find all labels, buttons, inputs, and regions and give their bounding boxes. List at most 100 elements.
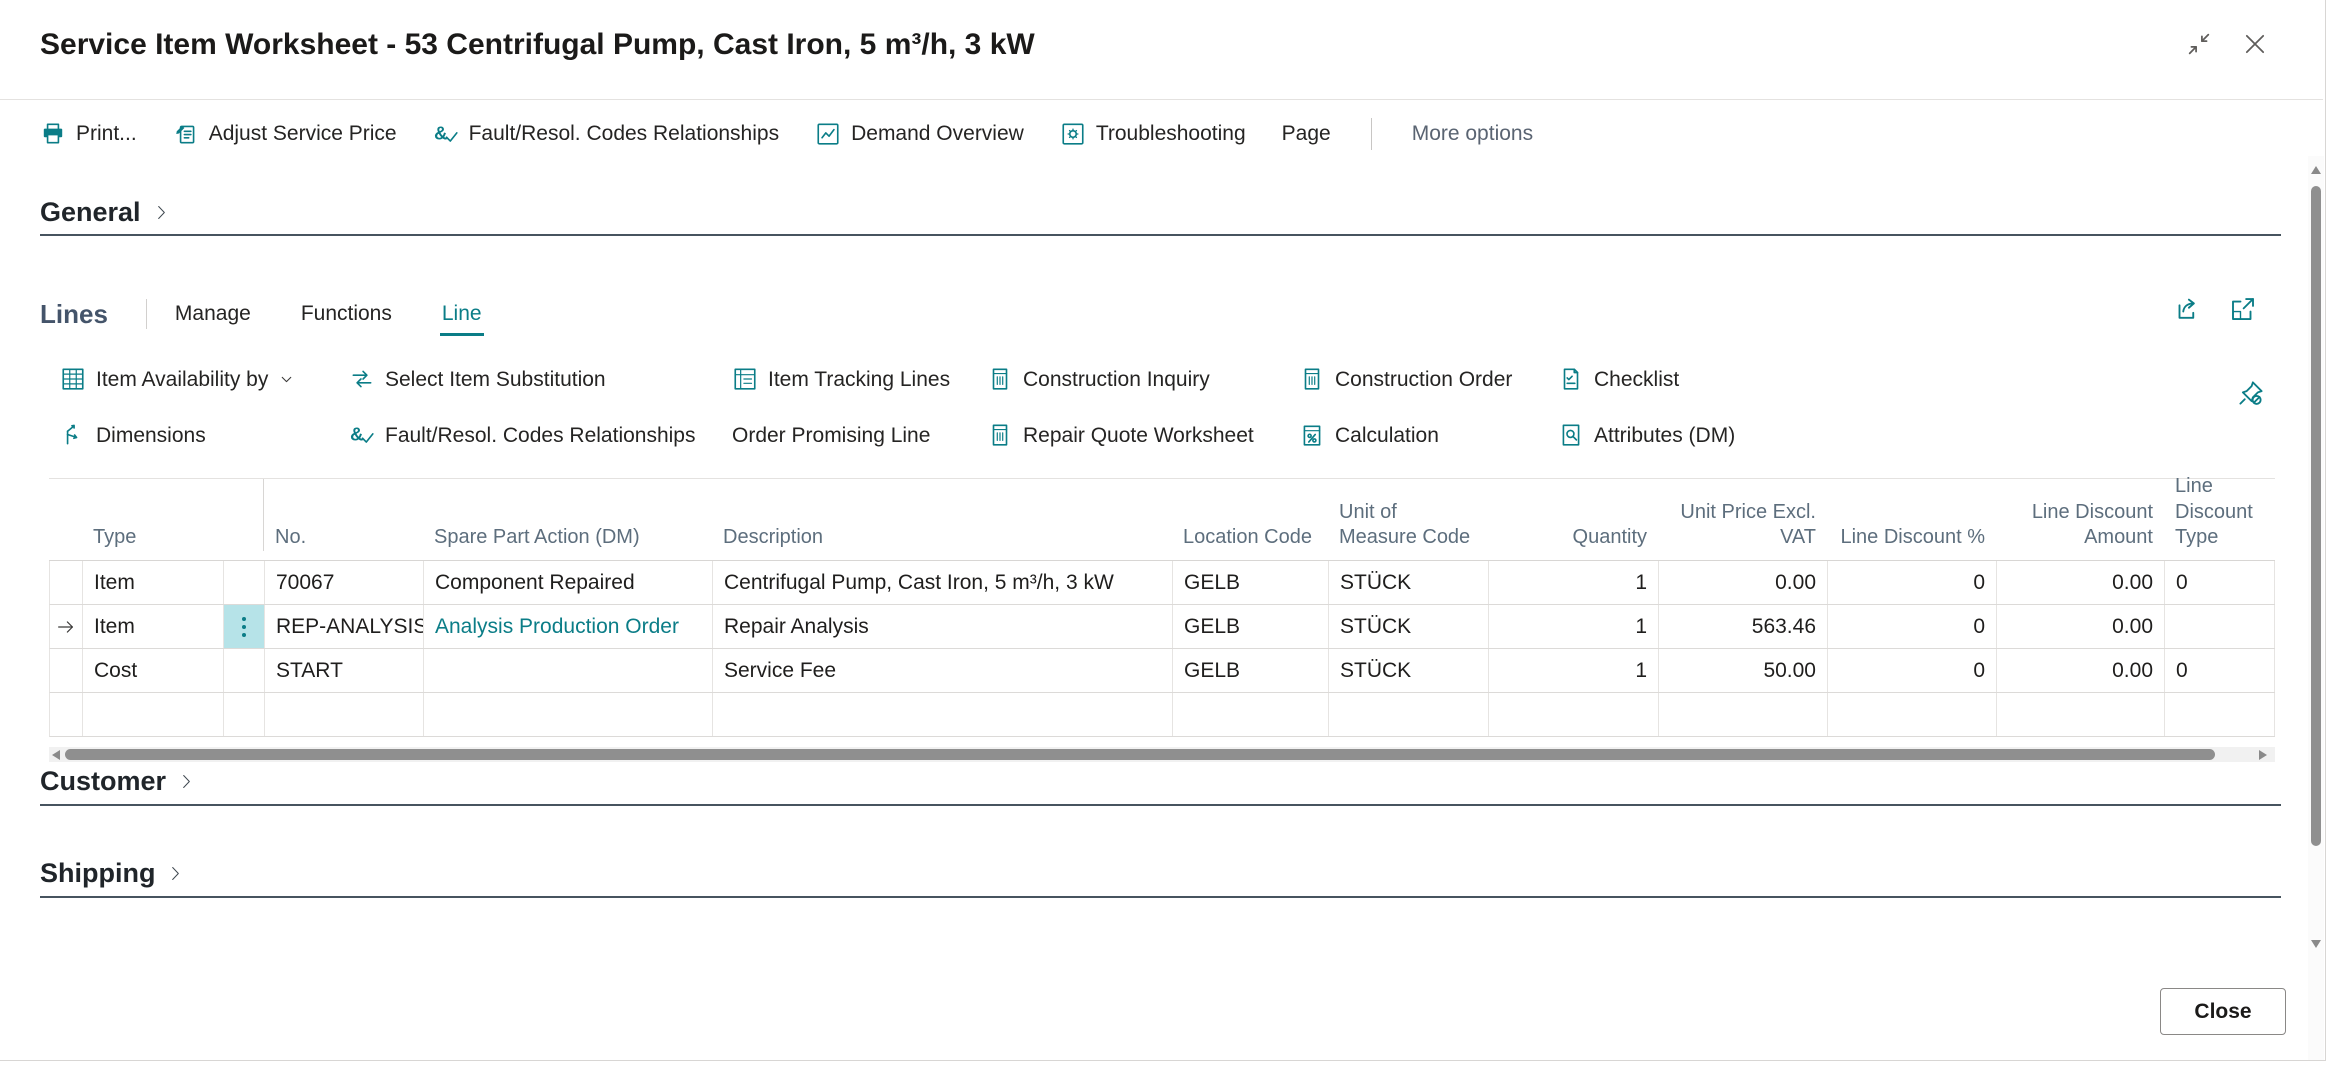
open-in-new-window-icon[interactable]: [2228, 294, 2258, 324]
select-item-substitution-button[interactable]: Select Item Substitution: [349, 366, 732, 392]
cell-type[interactable]: Item: [83, 605, 224, 648]
cell-line_discount_pct[interactable]: 0: [1828, 649, 1997, 692]
checklist-button[interactable]: Checklist: [1558, 366, 2195, 392]
construction-order-button[interactable]: Construction Order: [1299, 366, 1558, 392]
cell-line_discount_amount[interactable]: 0.00: [1997, 605, 2165, 648]
cell-description[interactable]: [713, 693, 1173, 736]
cell-line_discount_pct[interactable]: 0: [1828, 605, 1997, 648]
column-header-line-discount-type[interactable]: Line Discount Type: [2164, 474, 2274, 551]
fault-resol-codes-relationships-button[interactable]: &Fault/Resol. Codes Relationships: [349, 422, 732, 448]
cell-unit_price[interactable]: 50.00: [1659, 649, 1828, 692]
page-button[interactable]: Page: [1282, 123, 1331, 144]
row-more-options-button[interactable]: [224, 605, 265, 648]
repair-quote-worksheet-button[interactable]: Repair Quote Worksheet: [987, 422, 1299, 448]
cell-uom_code[interactable]: [1329, 693, 1489, 736]
cell-menu[interactable]: [224, 561, 265, 604]
cell-unit_price[interactable]: [1659, 693, 1828, 736]
column-header-spare-part-action-dm[interactable]: Spare Part Action (DM): [423, 525, 712, 551]
cell-no[interactable]: [265, 693, 424, 736]
cell-line_discount_type[interactable]: 0: [2165, 561, 2275, 604]
attributes-dm-button[interactable]: Attributes (DM): [1558, 422, 2195, 448]
restore-window-icon[interactable]: [2185, 30, 2213, 58]
vertical-scrollbar[interactable]: [2308, 156, 2324, 1060]
cell-uom_code[interactable]: STÜCK: [1329, 605, 1489, 648]
item-tracking-lines-button[interactable]: Item Tracking Lines: [732, 366, 987, 392]
cell-line_discount_amount[interactable]: 0.00: [1997, 561, 2165, 604]
cell-line_discount_pct[interactable]: 0: [1828, 561, 1997, 604]
cell-quantity[interactable]: 1: [1489, 561, 1659, 604]
column-header-no[interactable]: No.: [264, 525, 423, 551]
cell-spare_part_action[interactable]: [424, 649, 713, 692]
column-header-type[interactable]: Type: [82, 525, 223, 551]
column-header-line-discount-amount[interactable]: Line Discount Amount: [1996, 500, 2164, 551]
cell-line_discount_type[interactable]: [2165, 605, 2275, 648]
column-header-unit-of-measure-code[interactable]: Unit of Measure Code: [1328, 500, 1488, 551]
cell-no[interactable]: START: [265, 649, 424, 692]
cell-menu[interactable]: [224, 693, 265, 736]
tab-functions[interactable]: Functions: [299, 292, 394, 336]
cell-line_discount_amount[interactable]: 0.00: [1997, 649, 2165, 692]
cell-line_discount_type[interactable]: [2165, 693, 2275, 736]
cell-description[interactable]: Service Fee: [713, 649, 1173, 692]
close-icon[interactable]: [2241, 30, 2269, 58]
column-header-description[interactable]: Description: [712, 525, 1172, 551]
fault-resol-codes-relationships-button[interactable]: &Fault/Resol. Codes Relationships: [433, 121, 780, 147]
print-button[interactable]: Print...: [40, 121, 137, 147]
analysis-production-order-link[interactable]: Analysis Production Order: [435, 615, 679, 638]
cell-spare_part_action[interactable]: Component Repaired: [424, 561, 713, 604]
dimensions-button[interactable]: Dimensions: [60, 422, 349, 448]
scroll-up-arrow[interactable]: [2311, 166, 2321, 174]
cell-quantity[interactable]: 1: [1489, 605, 1659, 648]
cell-description[interactable]: Repair Analysis: [713, 605, 1173, 648]
table-row[interactable]: CostSTARTService FeeGELBSTÜCK150.0000.00…: [49, 649, 2275, 693]
cell-line_discount_type[interactable]: 0: [2165, 649, 2275, 692]
column-header-unit-price-excl-vat[interactable]: Unit Price Excl. VAT: [1658, 500, 1827, 551]
tab-line[interactable]: Line: [440, 292, 484, 336]
table-row[interactable]: [49, 693, 2275, 737]
cell-location_code[interactable]: GELB: [1173, 561, 1329, 604]
share-icon[interactable]: [2172, 294, 2202, 324]
table-row[interactable]: Item 70067Component RepairedCentrifugal P…: [49, 561, 2275, 605]
demand-overview-button[interactable]: Demand Overview: [815, 121, 1024, 147]
cell-location_code[interactable]: GELB: [1173, 605, 1329, 648]
cell-type[interactable]: Cost: [83, 649, 224, 692]
close-button[interactable]: Close: [2160, 988, 2286, 1035]
cell-location_code[interactable]: [1173, 693, 1329, 736]
cell-type[interactable]: Item: [83, 561, 224, 604]
adjust-service-price-button[interactable]: Adjust Service Price: [173, 121, 397, 147]
cell-description[interactable]: Centrifugal Pump, Cast Iron, 5 m³/h, 3 k…: [713, 561, 1173, 604]
cell-unit_price[interactable]: 0.00: [1659, 561, 1828, 604]
cell-location_code[interactable]: GELB: [1173, 649, 1329, 692]
column-header-location-code[interactable]: Location Code: [1172, 525, 1328, 551]
cell-quantity[interactable]: 1: [1489, 649, 1659, 692]
cell-uom_code[interactable]: STÜCK: [1329, 649, 1489, 692]
cell-unit_price[interactable]: 563.46: [1659, 605, 1828, 648]
cell-uom_code[interactable]: STÜCK: [1329, 561, 1489, 604]
tab-manage[interactable]: Manage: [173, 292, 253, 336]
cell-line_discount_amount[interactable]: [1997, 693, 2165, 736]
troubleshooting-button[interactable]: Troubleshooting: [1060, 121, 1246, 147]
section-general[interactable]: General: [40, 190, 2281, 236]
column-header-quantity[interactable]: Quantity: [1488, 525, 1658, 551]
cell-no[interactable]: REP-ANALYSIS: [265, 605, 424, 648]
select-item-substitution-icon: [349, 366, 375, 392]
order-promising-line-button[interactable]: Order Promising Line: [732, 425, 987, 446]
cell-type[interactable]: [83, 693, 224, 736]
cell-quantity[interactable]: [1489, 693, 1659, 736]
unpin-icon[interactable]: [2236, 378, 2266, 408]
vertical-scrollbar-thumb[interactable]: [2311, 186, 2321, 846]
cell-menu[interactable]: [224, 649, 265, 692]
item-availability-by-button[interactable]: Item Availability by: [60, 366, 349, 392]
scroll-down-arrow[interactable]: [2311, 940, 2321, 948]
cell-spare_part_action[interactable]: [424, 693, 713, 736]
calculation-button[interactable]: Calculation: [1299, 422, 1558, 448]
section-customer[interactable]: Customer: [40, 758, 2281, 806]
column-header-line-discount[interactable]: Line Discount %: [1827, 525, 1996, 551]
construction-inquiry-button[interactable]: Construction Inquiry: [987, 366, 1299, 392]
section-shipping[interactable]: Shipping: [40, 850, 2281, 898]
table-row[interactable]: Item REP-ANALYSIS Analysis Production Orde…: [49, 605, 2275, 649]
cell-spare_part_action[interactable]: Analysis Production Order: [424, 605, 713, 648]
cell-no[interactable]: 70067: [265, 561, 424, 604]
more-options-button[interactable]: More options: [1412, 123, 1533, 144]
cell-line_discount_pct[interactable]: [1828, 693, 1997, 736]
